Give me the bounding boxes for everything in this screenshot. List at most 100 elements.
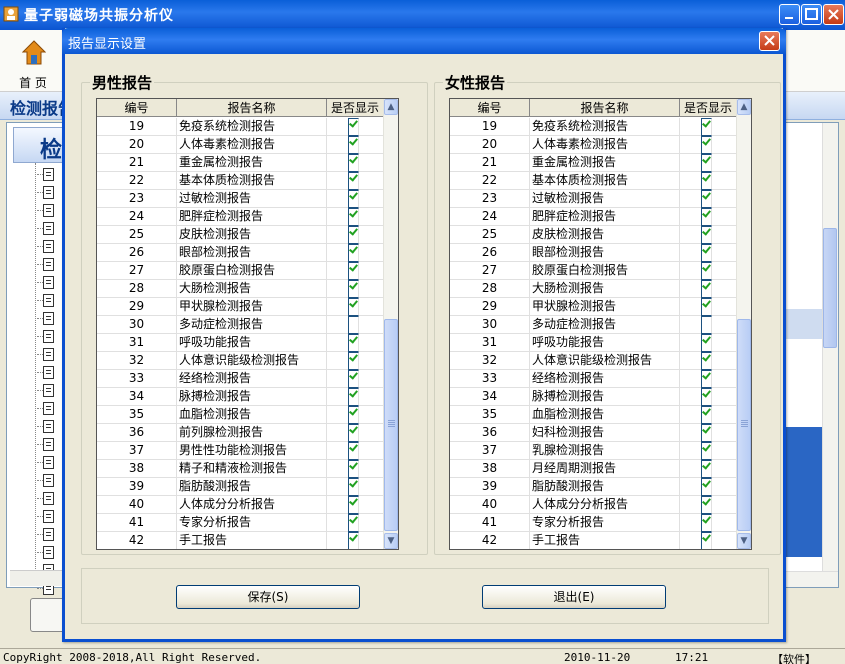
show-checkbox[interactable] [348, 154, 359, 172]
table-row[interactable]: 41 专家分析报告 [450, 514, 737, 532]
table-row[interactable]: 37 乳腺检测报告 [450, 442, 737, 460]
show-checkbox[interactable] [348, 118, 359, 136]
scroll-up-arrow[interactable]: ▲ [384, 99, 398, 115]
table-row[interactable]: 40 人体成分分析报告 [97, 496, 384, 514]
table-row[interactable]: 22 基本体质检测报告 [450, 172, 737, 190]
show-checkbox[interactable] [348, 316, 359, 334]
scroll-down-arrow[interactable]: ▼ [384, 533, 398, 549]
table-row[interactable]: 39 脂肪酸测报告 [97, 478, 384, 496]
show-checkbox[interactable] [348, 280, 359, 298]
show-checkbox[interactable] [348, 172, 359, 190]
show-checkbox[interactable] [701, 172, 712, 190]
table-row[interactable]: 29 甲状腺检测报告 [450, 298, 737, 316]
show-checkbox[interactable] [701, 496, 712, 514]
show-checkbox[interactable] [348, 262, 359, 280]
column-header-name[interactable]: 报告名称 [530, 99, 680, 117]
background-vertical-scrollbar[interactable] [822, 123, 838, 571]
table-row[interactable]: 21 重金属检测报告 [450, 154, 737, 172]
show-checkbox[interactable] [701, 406, 712, 424]
table-row[interactable]: 19 免疫系统检测报告 [97, 118, 384, 136]
show-checkbox[interactable] [348, 388, 359, 406]
show-checkbox[interactable] [348, 514, 359, 532]
show-checkbox[interactable] [701, 514, 712, 532]
maximize-button[interactable] [801, 4, 822, 25]
show-checkbox[interactable] [348, 478, 359, 496]
background-horizontal-scrollbar[interactable] [785, 571, 838, 587]
show-checkbox[interactable] [348, 136, 359, 154]
table-row[interactable]: 40 人体成分分析报告 [450, 496, 737, 514]
home-button[interactable]: 首 页 [8, 38, 58, 90]
close-window-button[interactable] [823, 4, 844, 25]
show-checkbox[interactable] [701, 334, 712, 352]
table-row[interactable]: 39 脂肪酸测报告 [450, 478, 737, 496]
table-row[interactable]: 27 胶原蛋白检测报告 [97, 262, 384, 280]
show-checkbox[interactable] [348, 334, 359, 352]
show-checkbox[interactable] [348, 208, 359, 226]
table-row[interactable]: 28 大肠检测报告 [97, 280, 384, 298]
table-row[interactable]: 31 呼吸功能报告 [450, 334, 737, 352]
show-checkbox[interactable] [701, 316, 712, 334]
table-row[interactable]: 34 脉搏检测报告 [97, 388, 384, 406]
scroll-down-arrow[interactable]: ▼ [737, 533, 751, 549]
male-grid-scrollbar[interactable]: ▲ ▼ [383, 99, 398, 549]
table-row[interactable]: 26 眼部检测报告 [450, 244, 737, 262]
table-row[interactable]: 37 男性性功能检测报告 [97, 442, 384, 460]
table-row[interactable]: 42 手工报告 [97, 532, 384, 549]
show-checkbox[interactable] [701, 208, 712, 226]
show-checkbox[interactable] [701, 442, 712, 460]
show-checkbox[interactable] [701, 118, 712, 136]
table-row[interactable]: 38 月经周期测报告 [450, 460, 737, 478]
show-checkbox[interactable] [348, 298, 359, 316]
table-row[interactable]: 24 肥胖症检测报告 [97, 208, 384, 226]
show-checkbox[interactable] [701, 190, 712, 208]
show-checkbox[interactable] [701, 388, 712, 406]
show-checkbox[interactable] [701, 280, 712, 298]
table-row[interactable]: 42 手工报告 [450, 532, 737, 549]
female-grid-scrollbar[interactable]: ▲ ▼ [736, 99, 751, 549]
column-header-no[interactable]: 编号 [97, 99, 177, 117]
show-checkbox[interactable] [701, 298, 712, 316]
table-row[interactable]: 35 血脂检测报告 [450, 406, 737, 424]
table-row[interactable]: 38 精子和精液检测报告 [97, 460, 384, 478]
scrollbar-thumb[interactable] [737, 319, 751, 531]
table-row[interactable]: 29 甲状腺检测报告 [97, 298, 384, 316]
show-checkbox[interactable] [701, 532, 712, 549]
show-checkbox[interactable] [348, 496, 359, 514]
scrollbar-thumb[interactable] [384, 319, 398, 531]
table-row[interactable]: 20 人体毒素检测报告 [97, 136, 384, 154]
show-checkbox[interactable] [701, 370, 712, 388]
table-row[interactable]: 32 人体意识能级检测报告 [450, 352, 737, 370]
show-checkbox[interactable] [348, 424, 359, 442]
table-row[interactable]: 33 经络检测报告 [450, 370, 737, 388]
table-row[interactable]: 41 专家分析报告 [97, 514, 384, 532]
table-row[interactable]: 20 人体毒素检测报告 [450, 136, 737, 154]
table-row[interactable]: 33 经络检测报告 [97, 370, 384, 388]
table-row[interactable]: 23 过敏检测报告 [97, 190, 384, 208]
table-row[interactable]: 36 妇科检测报告 [450, 424, 737, 442]
show-checkbox[interactable] [701, 154, 712, 172]
table-row[interactable]: 32 人体意识能级检测报告 [97, 352, 384, 370]
show-checkbox[interactable] [348, 460, 359, 478]
show-checkbox[interactable] [348, 352, 359, 370]
table-row[interactable]: 24 肥胖症检测报告 [450, 208, 737, 226]
show-checkbox[interactable] [348, 226, 359, 244]
table-row[interactable]: 35 血脂检测报告 [97, 406, 384, 424]
scrollbar-thumb[interactable] [823, 228, 837, 348]
table-row[interactable]: 28 大肠检测报告 [450, 280, 737, 298]
show-checkbox[interactable] [701, 424, 712, 442]
table-row[interactable]: 22 基本体质检测报告 [97, 172, 384, 190]
show-checkbox[interactable] [348, 406, 359, 424]
table-row[interactable]: 25 皮肤检测报告 [97, 226, 384, 244]
column-header-show[interactable]: 是否显示 [327, 99, 384, 117]
table-row[interactable]: 34 脉搏检测报告 [450, 388, 737, 406]
scroll-up-arrow[interactable]: ▲ [737, 99, 751, 115]
column-header-name[interactable]: 报告名称 [177, 99, 327, 117]
table-row[interactable]: 30 多动症检测报告 [450, 316, 737, 334]
table-row[interactable]: 27 胶原蛋白检测报告 [450, 262, 737, 280]
show-checkbox[interactable] [348, 370, 359, 388]
column-header-no[interactable]: 编号 [450, 99, 530, 117]
table-row[interactable]: 23 过敏检测报告 [450, 190, 737, 208]
tree-horizontal-scrollbar[interactable] [10, 570, 64, 586]
show-checkbox[interactable] [348, 532, 359, 549]
table-row[interactable]: 30 多动症检测报告 [97, 316, 384, 334]
